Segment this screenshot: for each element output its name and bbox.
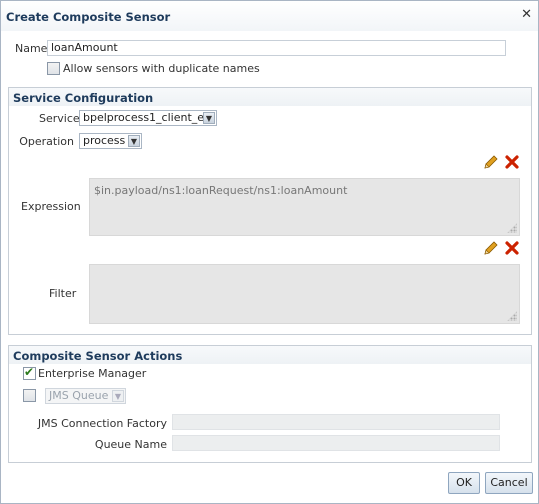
name-label: Name <box>15 42 48 55</box>
operation-select-value: process <box>83 134 126 147</box>
composite-sensor-actions-section: Composite Sensor Actions ✔ Enterprise Ma… <box>8 345 532 463</box>
pencil-icon[interactable] <box>483 240 499 256</box>
checkmark-icon: ✔ <box>24 365 35 379</box>
composite-sensor-actions-title: Composite Sensor Actions <box>13 349 183 363</box>
expression-textarea[interactable]: $in.payload/ns1:loanRequest/ns1:loanAmou… <box>89 178 520 236</box>
ok-button[interactable]: OK <box>448 472 480 494</box>
chevron-down-icon[interactable]: ▼ <box>128 135 140 147</box>
jms-queue-select-value: JMS Queue <box>49 389 109 402</box>
chevron-down-icon: ▼ <box>112 390 124 402</box>
queue-name-label: Queue Name <box>94 438 167 451</box>
service-configuration-section: Service Configuration Service bpelproces… <box>8 87 532 335</box>
service-configuration-title: Service Configuration <box>13 91 154 105</box>
operation-select[interactable]: process ▼ <box>79 133 142 149</box>
service-select-value: bpelprocess1_client_ep <box>83 111 212 124</box>
pencil-icon[interactable] <box>483 154 499 170</box>
filter-textarea[interactable] <box>89 264 520 324</box>
resize-grip-icon[interactable] <box>507 223 517 233</box>
queue-name-input <box>172 435 500 451</box>
service-select[interactable]: bpelprocess1_client_ep ▼ <box>79 110 217 126</box>
jms-connection-factory-label: JMS Connection Factory <box>37 417 167 430</box>
service-label: Service <box>39 112 80 125</box>
jms-queue-select: JMS Queue ▼ <box>45 388 126 404</box>
enterprise-manager-label: Enterprise Manager <box>38 367 147 380</box>
cancel-button[interactable]: Cancel <box>485 472 533 494</box>
name-input[interactable]: loanAmount <box>47 40 506 56</box>
expression-label: Expression <box>21 200 81 213</box>
delete-x-icon[interactable] <box>504 154 520 170</box>
jms-queue-checkbox[interactable] <box>23 389 36 402</box>
close-icon[interactable]: ✕ <box>521 7 532 22</box>
dialog-title: Create Composite Sensor <box>6 10 171 24</box>
filter-label: Filter <box>49 287 77 300</box>
operation-label: Operation <box>19 135 74 148</box>
jms-connection-factory-input <box>172 414 500 430</box>
delete-x-icon[interactable] <box>504 240 520 256</box>
service-configuration-header: Service Configuration <box>9 88 531 106</box>
allow-duplicates-label: Allow sensors with duplicate names <box>63 62 260 75</box>
resize-grip-icon[interactable] <box>507 311 517 321</box>
expression-value: $in.payload/ns1:loanRequest/ns1:loanAmou… <box>94 184 348 197</box>
chevron-down-icon[interactable]: ▼ <box>203 112 215 124</box>
allow-duplicates-checkbox[interactable] <box>47 62 60 75</box>
create-composite-sensor-dialog: Create Composite Sensor ✕ Name loanAmoun… <box>0 0 539 504</box>
dialog-titlebar: Create Composite Sensor ✕ <box>1 1 538 31</box>
composite-sensor-actions-header: Composite Sensor Actions <box>9 346 531 364</box>
enterprise-manager-checkbox[interactable]: ✔ <box>23 365 36 380</box>
